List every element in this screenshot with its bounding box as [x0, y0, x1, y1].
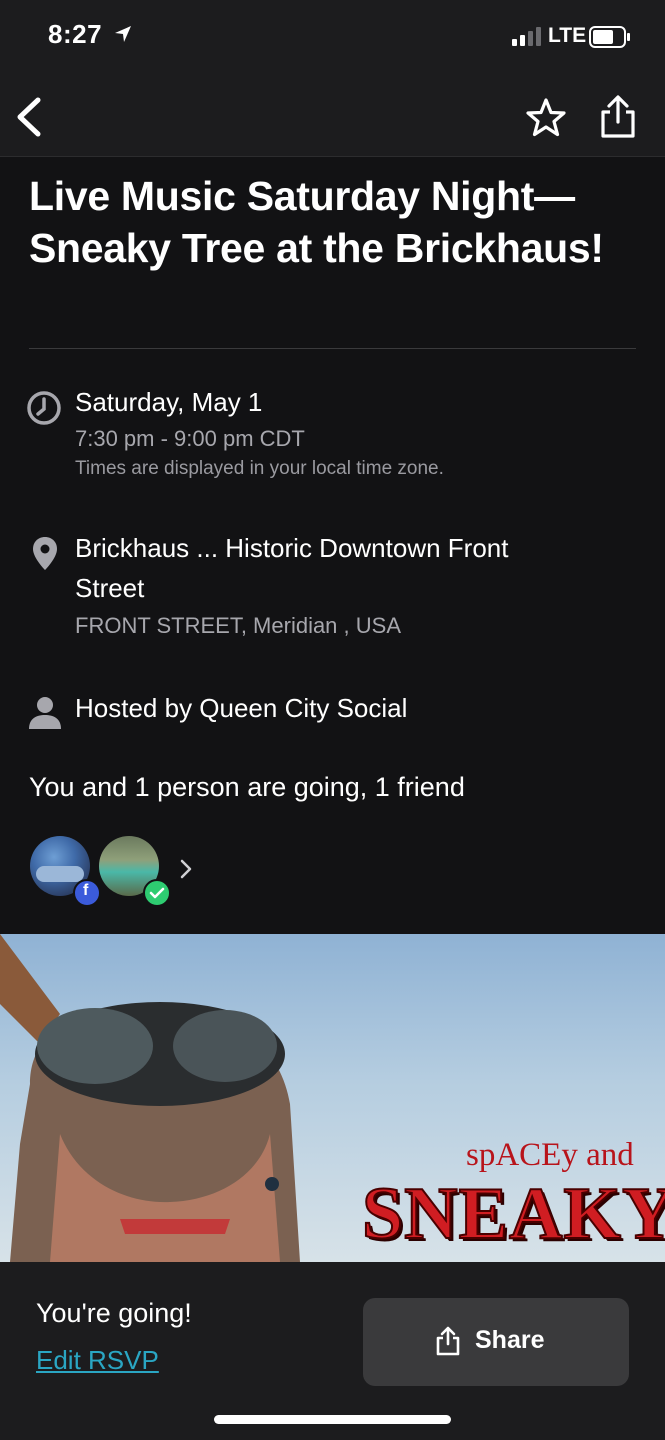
back-chevron-icon[interactable] [10, 94, 54, 140]
host-label[interactable]: Hosted by Queen City Social [75, 688, 407, 728]
status-time: 8:27 [48, 19, 103, 49]
carrier-label: LTE [548, 24, 587, 47]
event-date: Saturday, May 1 [75, 387, 263, 417]
share-button-icon [436, 1326, 460, 1356]
event-screen: 8:27 LTE Live Music Saturday Night—Sneak… [0, 0, 665, 1440]
venue-address[interactable]: FRONT STREET, Meridian , USA [75, 613, 401, 639]
location-pin-icon [33, 537, 57, 570]
timezone-note: Times are displayed in your local time z… [75, 458, 444, 479]
event-title: Live Music Saturday Night—Sneaky Tree at… [29, 173, 604, 271]
battery-icon [589, 26, 630, 48]
venue-name-line2[interactable]: Street [75, 568, 144, 608]
signal-icon [512, 27, 541, 46]
attendance-summary: You and 1 person are going, 1 friend [29, 772, 465, 802]
facebook-icon: f [73, 879, 101, 907]
home-indicator[interactable] [214, 1415, 451, 1424]
share-button-label: Share [475, 1326, 545, 1354]
venue-name-line1[interactable]: Brickhaus ... Historic Downtown Front [75, 528, 508, 568]
location-arrow-icon [115, 26, 131, 42]
share-icon[interactable] [596, 94, 640, 140]
event-time-range: 7:30 pm - 9:00 pm CDT [75, 426, 305, 451]
chevron-right-icon[interactable] [178, 858, 194, 880]
rsvp-status: You're going! [36, 1298, 192, 1328]
header-divider [0, 156, 665, 157]
cover-text-line1: spACEy and [466, 1137, 634, 1173]
person-icon [29, 697, 61, 729]
edit-rsvp-link[interactable]: Edit RSVP [36, 1345, 159, 1376]
clock-icon [27, 391, 61, 425]
cover-text-line2: SNEAKY [361, 1172, 665, 1256]
favorite-star-icon[interactable] [524, 96, 568, 140]
title-divider [29, 348, 636, 349]
check-icon [143, 879, 171, 907]
